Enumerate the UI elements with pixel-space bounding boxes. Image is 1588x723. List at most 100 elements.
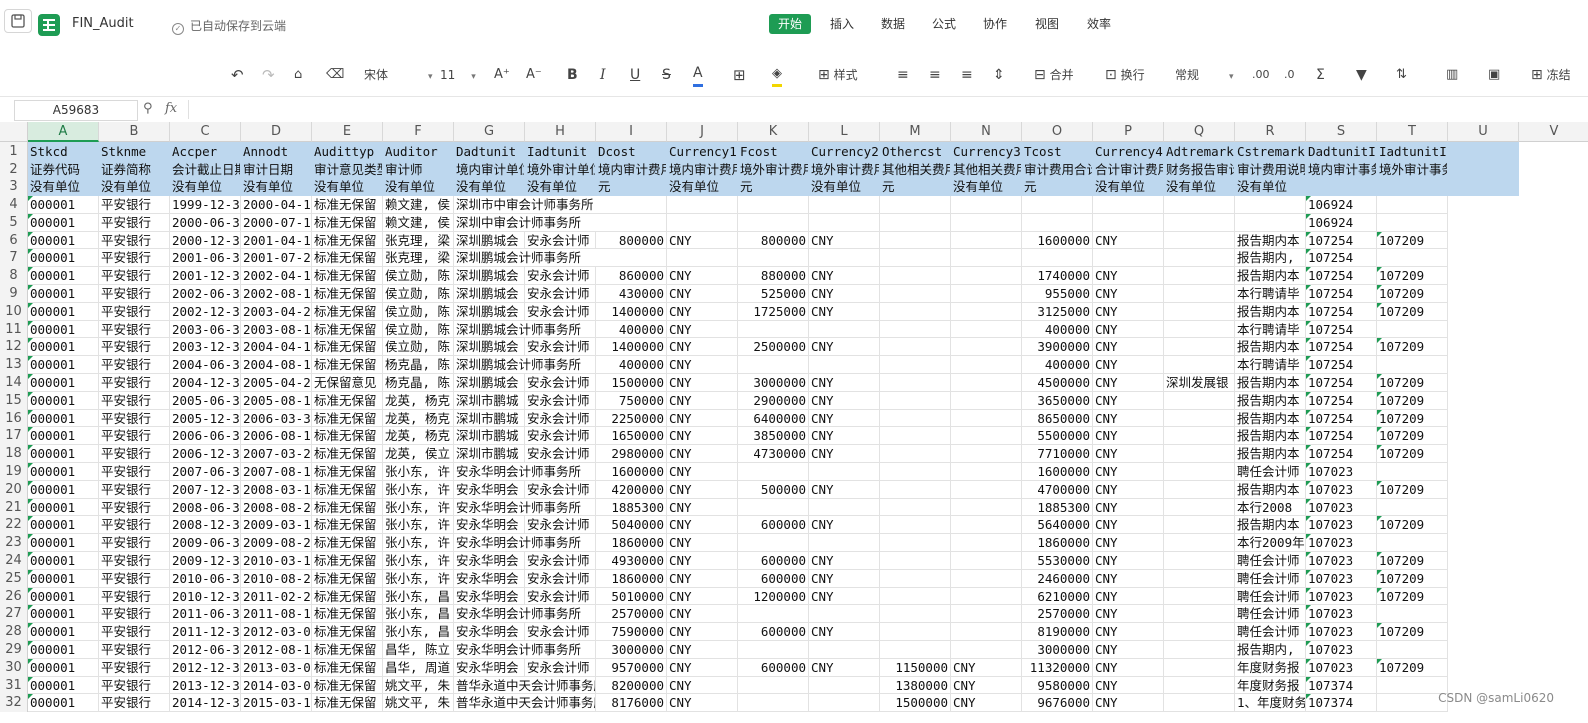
table-cell[interactable]: 侯立勋, 陈 <box>383 320 454 339</box>
table-cell[interactable]: 2002-06-30 <box>170 285 241 303</box>
table-cell[interactable]: 107023 <box>1306 605 1377 624</box>
table-cell[interactable] <box>1164 302 1235 321</box>
table-cell[interactable]: 7590000 <box>596 623 667 641</box>
table-cell[interactable] <box>951 623 1022 641</box>
table-cell[interactable]: 平安银行 <box>99 694 170 713</box>
table-cell[interactable] <box>809 320 880 339</box>
table-cell[interactable]: 880000 <box>738 267 809 285</box>
header-cell[interactable]: 财务报告审计 <box>1164 161 1235 178</box>
header-cell[interactable]: 元 <box>880 178 951 196</box>
wrap-button[interactable]: ⊡ 换行 <box>1105 66 1145 84</box>
table-cell[interactable]: 2003-06-30 <box>170 320 241 339</box>
clear-format-icon[interactable]: ⌫ <box>326 66 344 84</box>
table-cell[interactable]: 2014-12-31 <box>170 694 241 713</box>
table-cell[interactable]: 000001 <box>28 569 99 588</box>
table-cell[interactable] <box>951 427 1022 446</box>
italic-icon[interactable]: I <box>600 66 606 84</box>
table-cell[interactable] <box>880 587 951 606</box>
table-cell[interactable]: 2010-03-1 <box>241 552 312 570</box>
column-header-d[interactable]: D <box>241 122 312 142</box>
table-cell[interactable] <box>951 569 1022 588</box>
table-cell[interactable]: 000001 <box>28 623 99 641</box>
table-cell[interactable]: 000001 <box>28 587 99 606</box>
row-header[interactable]: 24 <box>0 552 28 570</box>
row-header[interactable]: 22 <box>0 516 28 535</box>
table-cell[interactable]: 5640000 <box>1022 516 1093 535</box>
table-cell[interactable]: 2007-06-30 <box>170 463 241 481</box>
table-cell[interactable] <box>1164 249 1235 268</box>
table-cell[interactable]: 报告期内本 <box>1235 445 1306 463</box>
table-cell[interactable]: 1650000 <box>596 427 667 446</box>
header-cell[interactable]: 没有单位 <box>809 178 880 196</box>
table-cell[interactable]: 107209 <box>1377 552 1448 570</box>
table-cell[interactable]: 107209 <box>1377 569 1448 588</box>
table-cell[interactable]: 安永华明会计师事务所 <box>454 463 596 481</box>
header-cell[interactable]: DadtunitID <box>1306 142 1377 161</box>
table-cell[interactable]: 860000 <box>596 267 667 285</box>
table-cell[interactable]: 800000 <box>596 231 667 250</box>
header-cell[interactable]: 证券简称 <box>99 161 170 178</box>
column-header-i[interactable]: I <box>596 122 667 142</box>
table-cell[interactable]: 张小东, 许 <box>383 534 454 552</box>
table-cell[interactable] <box>1377 498 1448 517</box>
table-cell[interactable]: 2000-07-1 <box>241 213 312 232</box>
row-header[interactable]: 18 <box>0 445 28 463</box>
table-cell[interactable]: 2005-08-1 <box>241 391 312 410</box>
table-cell[interactable]: 杨克晶, 陈 <box>383 374 454 392</box>
select-all-corner[interactable] <box>0 122 28 142</box>
table-cell[interactable]: CNY <box>667 480 738 499</box>
table-cell[interactable]: 525000 <box>738 285 809 303</box>
table-cell[interactable]: 深圳鹏城会 <box>454 231 525 250</box>
table-cell[interactable] <box>880 427 951 446</box>
column-header-q[interactable]: Q <box>1164 122 1235 142</box>
table-cell[interactable] <box>1164 391 1235 410</box>
table-cell[interactable] <box>738 534 809 552</box>
table-cell[interactable]: 标准无保留 <box>312 249 383 268</box>
table-cell[interactable]: 2012-12-31 <box>170 658 241 677</box>
align-center-icon[interactable]: ≡ <box>929 66 941 84</box>
table-cell[interactable]: 平安银行 <box>99 641 170 659</box>
header-cell[interactable]: Stknme <box>99 142 170 161</box>
table-cell[interactable]: 107209 <box>1377 623 1448 641</box>
table-cell[interactable]: CNY <box>667 374 738 392</box>
table-cell[interactable]: 000001 <box>28 552 99 570</box>
table-cell[interactable]: 深圳市鹏城 <box>454 391 525 410</box>
table-cell[interactable]: 深圳发展银 <box>1164 374 1235 392</box>
table-cell[interactable]: 000001 <box>28 320 99 339</box>
column-header-v[interactable]: V <box>1519 122 1588 142</box>
table-cell[interactable]: 2007-12-31 <box>170 480 241 499</box>
table-cell[interactable]: 4700000 <box>1022 480 1093 499</box>
table-cell[interactable]: 安永会计师 <box>525 338 596 357</box>
table-cell[interactable]: 龙英, 杨克 <box>383 391 454 410</box>
table-cell[interactable] <box>1377 213 1448 232</box>
row-header[interactable]: 10 <box>0 302 28 321</box>
table-cell[interactable] <box>1377 356 1448 374</box>
table-cell[interactable]: CNY <box>667 427 738 446</box>
table-cell[interactable]: 000001 <box>28 409 99 428</box>
row-header[interactable]: 14 <box>0 374 28 392</box>
table-cell[interactable]: 2007-03-2 <box>241 445 312 463</box>
strikethrough-icon[interactable]: S <box>662 66 671 84</box>
table-cell[interactable]: 平安银行 <box>99 480 170 499</box>
header-cell[interactable]: 没有单位 <box>454 178 525 196</box>
table-cell[interactable]: 400000 <box>596 356 667 374</box>
table-cell[interactable]: 昌华, 周道 <box>383 658 454 677</box>
table-cell[interactable] <box>738 356 809 374</box>
row-header[interactable]: 7 <box>0 249 28 268</box>
table-cell[interactable]: 1860000 <box>1022 534 1093 552</box>
column-header-c[interactable]: C <box>170 122 241 142</box>
filter-icon[interactable]: ▼ <box>1356 66 1367 84</box>
table-cell[interactable]: 聘任会计师 <box>1235 623 1306 641</box>
table-cell[interactable]: 000001 <box>28 213 99 232</box>
header-cell[interactable]: 没有单位 <box>170 178 241 196</box>
table-cell[interactable]: 1500000 <box>880 694 951 713</box>
decrease-font-icon[interactable]: A⁻ <box>526 66 542 84</box>
table-cell[interactable]: 2006-06-30 <box>170 427 241 446</box>
table-cell[interactable]: 2460000 <box>1022 569 1093 588</box>
table-cell[interactable]: 本行聘请毕 <box>1235 285 1306 303</box>
table-cell[interactable]: 1200000 <box>738 587 809 606</box>
table-cell[interactable]: 2012-08-1 <box>241 641 312 659</box>
header-cell[interactable]: 没有单位 <box>1235 178 1306 196</box>
table-cell[interactable] <box>1164 552 1235 570</box>
table-cell[interactable]: 2009-12-31 <box>170 552 241 570</box>
